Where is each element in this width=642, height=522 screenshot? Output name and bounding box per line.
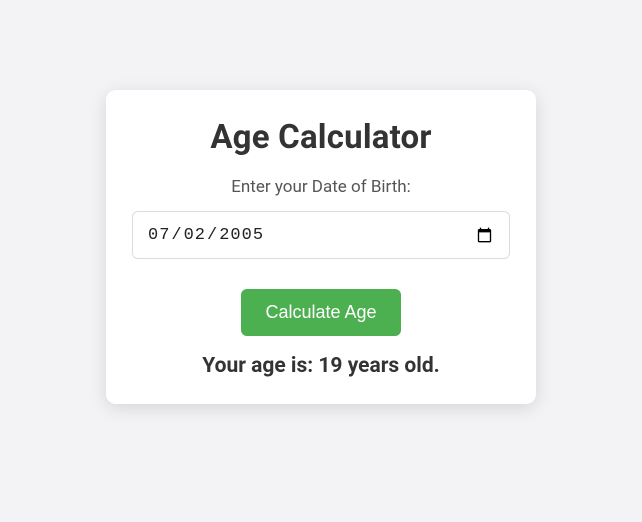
dob-input[interactable] <box>132 211 510 259</box>
age-result: Your age is: 19 years old. <box>132 354 510 378</box>
dob-label: Enter your Date of Birth: <box>132 177 510 197</box>
calculate-age-button[interactable]: Calculate Age <box>241 289 400 336</box>
age-calculator-card: Age Calculator Enter your Date of Birth:… <box>106 90 536 404</box>
page-title: Age Calculator <box>132 118 510 157</box>
